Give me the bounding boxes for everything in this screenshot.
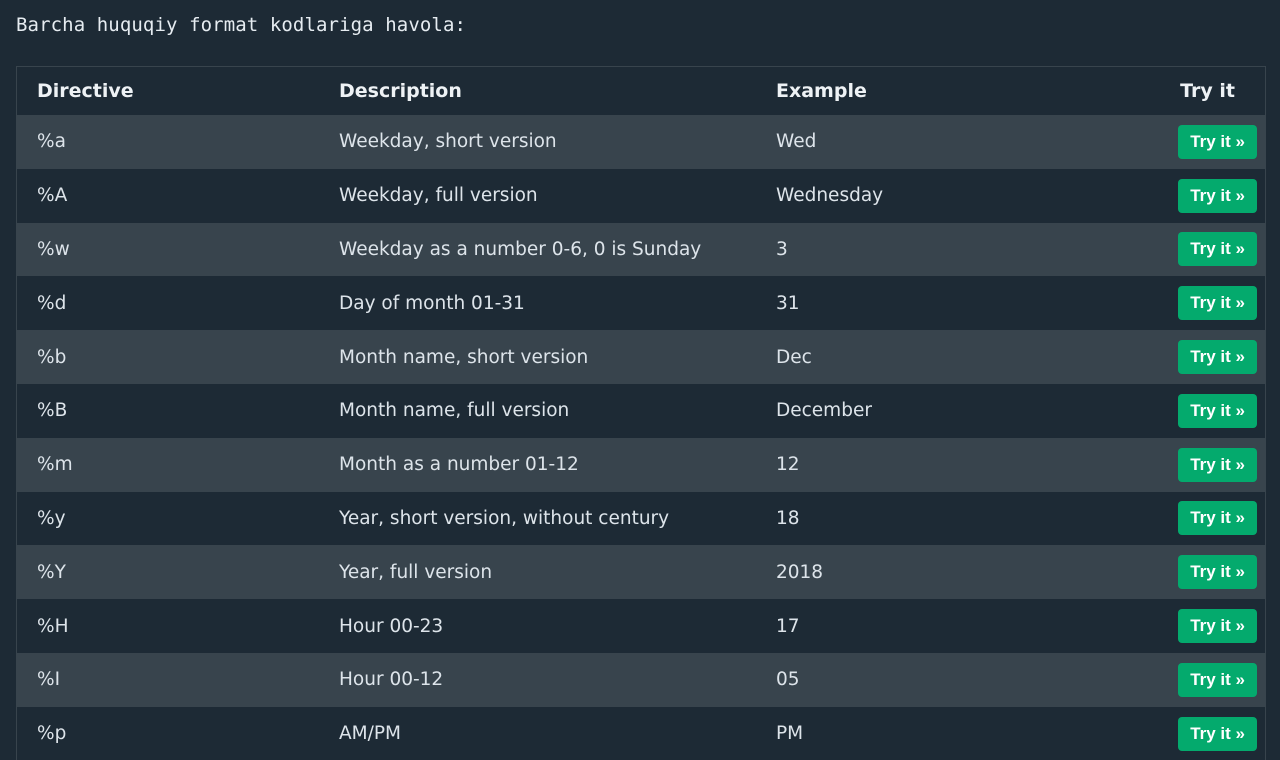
- description-cell: Month as a number 01-12: [339, 454, 579, 476]
- table-row: %A Weekday, full version Wednesday Try it »: [17, 168, 1265, 223]
- description-cell: AM/PM: [339, 723, 401, 745]
- example-cell: PM: [776, 723, 804, 745]
- description-cell: Hour 00-23: [339, 615, 444, 637]
- description-cell: Weekday as a number 0-6, 0 is Sunday: [339, 238, 702, 260]
- try-it-button[interactable]: Try it »: [1178, 662, 1257, 697]
- table-body: %a Weekday, short version Wed Try it » %A Wee…: [17, 115, 1265, 760]
- example-cell: 18: [776, 507, 800, 529]
- try-it-cell: Try it »: [1056, 276, 1265, 330]
- table-row: %y Year, short version, without century 18…: [17, 491, 1265, 546]
- directive-cell: %B: [37, 400, 68, 422]
- description-cell: Day of month 01-31: [339, 292, 525, 314]
- directive-cell: %I: [37, 669, 61, 691]
- try-it-cell: Try it »: [1056, 384, 1265, 438]
- example-cell: Dec: [776, 346, 812, 368]
- table-row: %B Month name, full version December Try it…: [17, 383, 1265, 438]
- description-cell: Month name, short version: [339, 346, 589, 368]
- try-it-button[interactable]: Try it »: [1178, 447, 1257, 482]
- try-it-button[interactable]: Try it »: [1178, 716, 1257, 751]
- intro-text: Barcha huquqiy format kodlariga havola:: [16, 14, 467, 36]
- format-codes-table: Directive Description Example Try it %a W…: [16, 66, 1266, 760]
- description-cell: Weekday, full version: [339, 185, 538, 207]
- table-row: %w Weekday as a number 0-6, 0 is Sunday 3 T…: [17, 222, 1265, 277]
- description-cell: Month name, full version: [339, 400, 570, 422]
- try-it-button[interactable]: Try it »: [1178, 609, 1257, 644]
- example-cell: 31: [776, 292, 800, 314]
- directive-cell: %a: [37, 131, 66, 153]
- directive-cell: %A: [37, 185, 68, 207]
- example-cell: Wed: [776, 131, 817, 153]
- header-directive: Directive: [37, 80, 134, 102]
- table-row: %a Weekday, short version Wed Try it »: [17, 115, 1265, 169]
- header-example: Example: [776, 80, 867, 102]
- table-row: %d Day of month 01-31 31 Try it »: [17, 276, 1265, 331]
- try-it-button[interactable]: Try it »: [1178, 555, 1257, 590]
- try-it-button[interactable]: Try it »: [1178, 178, 1257, 213]
- page: Barcha huquqiy format kodlariga havola: …: [0, 0, 1280, 760]
- try-it-cell: Try it »: [1056, 707, 1265, 760]
- example-cell: 2018: [776, 561, 824, 583]
- table: Directive Description Example Try it %a W…: [17, 67, 1265, 760]
- try-it-cell: Try it »: [1056, 545, 1265, 599]
- header-try-it: Try it: [1180, 80, 1235, 102]
- example-cell: 05: [776, 669, 800, 691]
- header-description: Description: [339, 80, 462, 102]
- try-it-cell: Try it »: [1056, 599, 1265, 653]
- try-it-button[interactable]: Try it »: [1178, 501, 1257, 536]
- try-it-cell: Try it »: [1056, 653, 1265, 707]
- try-it-cell: Try it »: [1056, 169, 1265, 223]
- directive-cell: %H: [37, 615, 69, 637]
- directive-cell: %y: [37, 507, 66, 529]
- table-row: %p AM/PM PM Try it »: [17, 706, 1265, 760]
- example-cell: 17: [776, 615, 800, 637]
- try-it-button[interactable]: Try it »: [1178, 232, 1257, 267]
- example-cell: December: [776, 400, 872, 422]
- table-header-row: Directive Description Example Try it: [17, 67, 1265, 115]
- directive-cell: %p: [37, 723, 67, 745]
- directive-cell: %Y: [37, 561, 66, 583]
- directive-cell: %m: [37, 454, 73, 476]
- try-it-button[interactable]: Try it »: [1178, 340, 1257, 375]
- table-row: %m Month as a number 01-12 12 Try it »: [17, 437, 1265, 492]
- directive-cell: %b: [37, 346, 67, 368]
- try-it-button[interactable]: Try it »: [1178, 393, 1257, 428]
- example-cell: 12: [776, 454, 800, 476]
- directive-cell: %d: [37, 292, 67, 314]
- table-row: %H Hour 00-23 17 Try it »: [17, 599, 1265, 653]
- table-row: %Y Year, full version 2018 Try it »: [17, 545, 1265, 600]
- try-it-button[interactable]: Try it »: [1178, 124, 1257, 159]
- try-it-cell: Try it »: [1056, 330, 1265, 384]
- try-it-cell: Try it »: [1056, 492, 1265, 546]
- description-cell: Weekday, short version: [339, 131, 557, 153]
- try-it-cell: Try it »: [1056, 223, 1265, 277]
- description-cell: Hour 00-12: [339, 669, 444, 691]
- example-cell: Wednesday: [776, 185, 884, 207]
- directive-cell: %w: [37, 238, 70, 260]
- table-row: %I Hour 00-12 05 Try it »: [17, 652, 1265, 707]
- try-it-button[interactable]: Try it »: [1178, 286, 1257, 321]
- table-row: %b Month name, short version Dec Try it »: [17, 330, 1265, 384]
- description-cell: Year, short version, without century: [339, 507, 670, 529]
- example-cell: 3: [776, 238, 788, 260]
- try-it-cell: Try it »: [1056, 438, 1265, 492]
- try-it-cell: Try it »: [1056, 115, 1265, 169]
- description-cell: Year, full version: [339, 561, 493, 583]
